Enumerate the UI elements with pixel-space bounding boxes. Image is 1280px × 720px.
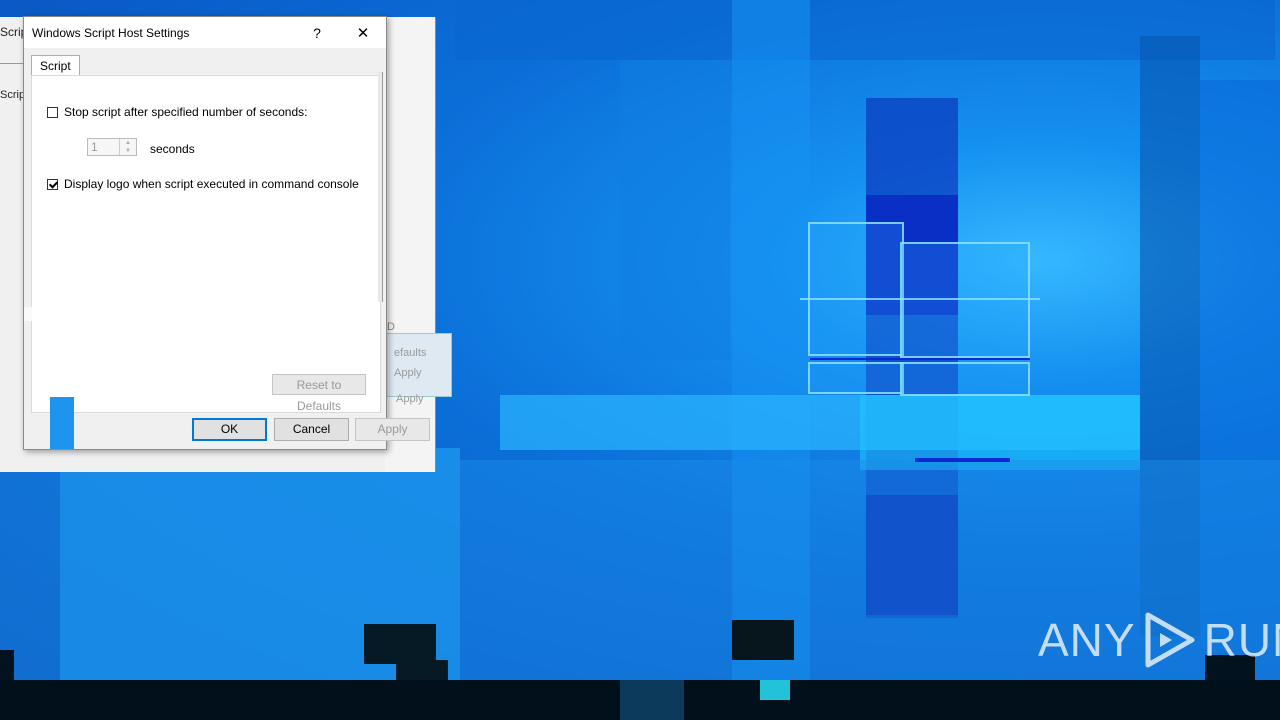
apply-button: Apply: [355, 418, 430, 441]
stop-script-label: Stop script after specified number of se…: [64, 105, 308, 119]
stop-script-checkbox[interactable]: [47, 106, 58, 118]
display-logo-label: Display logo when script executed in com…: [64, 177, 359, 191]
help-button[interactable]: ?: [294, 17, 340, 48]
display-logo-option[interactable]: Display logo when script executed in com…: [47, 177, 359, 191]
reset-to-defaults-button: Reset to Defaults: [272, 374, 366, 413]
watermark-right-text: RUN: [1203, 614, 1280, 666]
stop-script-option[interactable]: Stop script after specified number of se…: [47, 105, 307, 119]
timeout-spinner: 1 ▲ ▼: [87, 138, 137, 156]
cancel-button[interactable]: Cancel: [274, 418, 349, 441]
spin-down-icon: ▼: [125, 148, 131, 154]
wsh-settings-dialog: Windows Script Host Settings ? ✕ Script …: [23, 16, 430, 450]
close-icon[interactable]: ✕: [340, 17, 386, 48]
tab-script[interactable]: Script: [31, 55, 80, 76]
dark-bottom-strip: [0, 680, 1280, 720]
display-logo-checkbox[interactable]: [47, 178, 58, 190]
script-tab-panel: Stop script after specified number of se…: [31, 75, 381, 413]
play-logo-icon: [1145, 612, 1195, 668]
background-dialog-tab: Scrip: [0, 89, 26, 101]
background-reset-fragment: efaults: [394, 347, 427, 359]
dialog-title: Windows Script Host Settings: [32, 25, 190, 40]
seconds-label: seconds: [150, 142, 195, 156]
anyrun-watermark: ANY RUN: [1038, 608, 1280, 672]
watermark-left-text: ANY: [1038, 614, 1136, 666]
background-apply-fragment: Apply: [394, 367, 422, 379]
background-apply-fragment-2: Apply: [396, 393, 424, 405]
background-dialog-d: D: [387, 321, 395, 333]
spin-up-icon: ▲: [125, 140, 131, 146]
ok-button[interactable]: OK: [192, 418, 267, 441]
timeout-value: 1: [91, 140, 98, 154]
dialog-titlebar[interactable]: Windows Script Host Settings ? ✕: [24, 17, 386, 48]
